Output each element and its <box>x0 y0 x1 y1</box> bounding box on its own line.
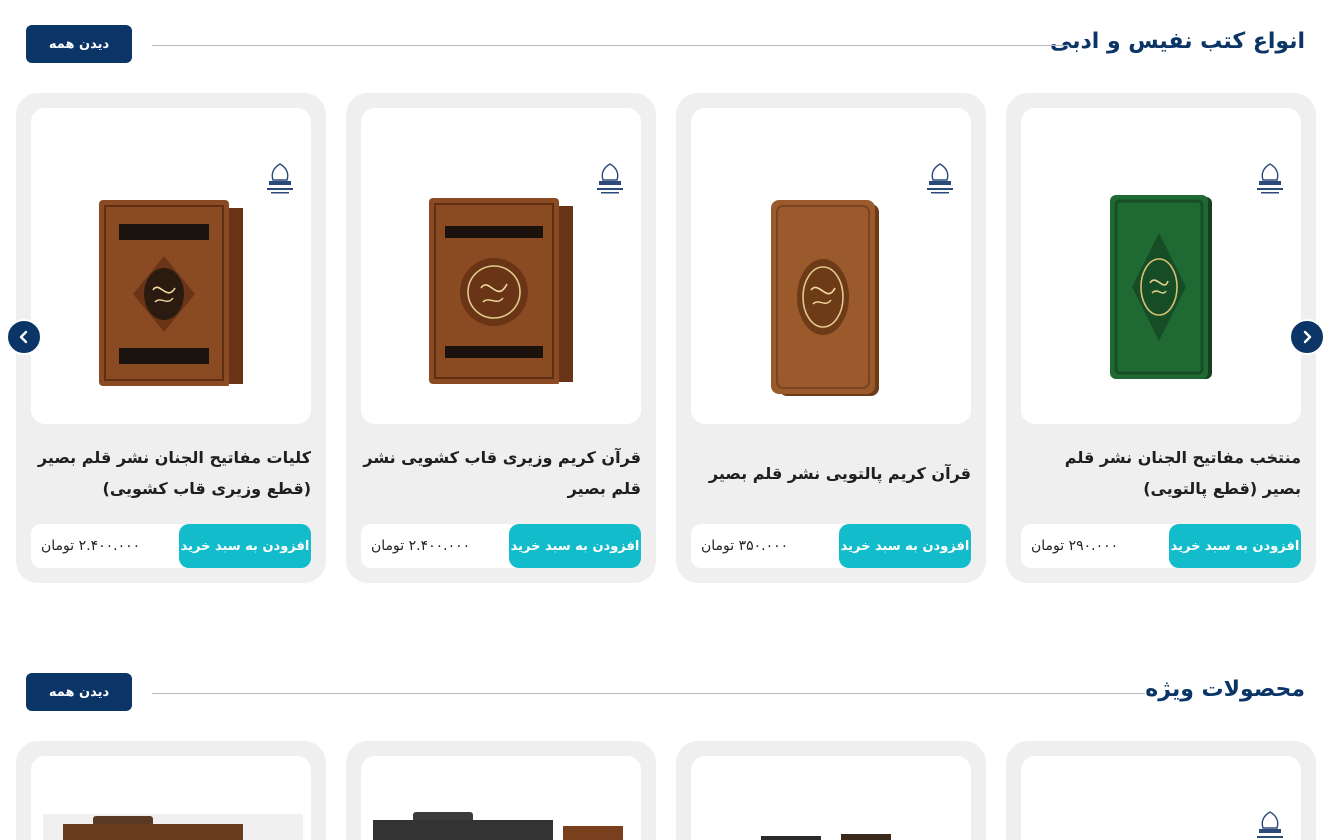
product-image[interactable] <box>31 756 311 840</box>
add-to-cart-button[interactable]: افزودن به سبد خرید <box>509 524 641 568</box>
product-price: ۲.۴۰۰.۰۰۰ تومان <box>41 538 141 554</box>
chevron-right-icon <box>1303 330 1312 344</box>
see-all-button[interactable]: دیدن همه <box>26 673 132 711</box>
section-header-special-products: محصولات ویژه دیدن همه <box>0 673 1333 717</box>
publisher-logo-icon <box>597 163 623 194</box>
publisher-logo-icon <box>927 163 953 194</box>
see-all-button[interactable]: دیدن همه <box>26 25 132 63</box>
carousel-prev-button[interactable] <box>6 319 42 355</box>
book-cover <box>1110 195 1212 379</box>
add-to-cart-button[interactable]: افزودن به سبد خرید <box>179 524 311 568</box>
section-title: محصولات ویژه <box>1145 677 1305 702</box>
product-card[interactable]: کلیات مفاتیح الجنان نشر قلم بصیر (قطع وز… <box>16 93 326 583</box>
add-to-cart-button[interactable]: افزودن به سبد خرید <box>839 524 971 568</box>
product-card[interactable] <box>1006 741 1316 840</box>
product-card[interactable] <box>16 741 326 840</box>
publisher-logo-icon <box>267 163 293 194</box>
product-name[interactable]: قرآن کریم پالتویی نشر قلم بصیر <box>691 441 971 505</box>
product-name[interactable]: کلیات مفاتیح الجنان نشر قلم بصیر (قطع وز… <box>31 441 311 505</box>
product-card[interactable] <box>676 741 986 840</box>
section-title: انواع کتب نفیس و ادبی <box>1049 29 1305 54</box>
product-name[interactable]: قرآن کریم وزیری قاب کشویی نشر قلم بصیر <box>361 441 641 505</box>
product-name[interactable]: منتخب مفاتیح الجنان نشر قلم بصیر (قطع پا… <box>1021 441 1301 505</box>
product-photo <box>761 834 891 840</box>
section-header-precious-books: انواع کتب نفیس و ادبی دیدن همه <box>0 25 1333 69</box>
price-bar: افزودن به سبد خرید ۲۹۰.۰۰۰ تومان <box>1021 524 1301 568</box>
product-image[interactable] <box>361 108 641 424</box>
product-card[interactable]: قرآن کریم وزیری قاب کشویی نشر قلم بصیر ا… <box>346 93 656 583</box>
product-image[interactable] <box>691 756 971 840</box>
carousel-next-button[interactable] <box>1289 319 1325 355</box>
product-image[interactable] <box>1021 108 1301 424</box>
product-image[interactable] <box>691 108 971 424</box>
product-card[interactable]: قرآن کریم پالتویی نشر قلم بصیر افزودن به… <box>676 93 986 583</box>
product-card[interactable]: منتخب مفاتیح الجنان نشر قلم بصیر (قطع پا… <box>1006 93 1316 583</box>
chevron-left-icon <box>19 330 28 344</box>
price-bar: افزودن به سبد خرید ۲.۴۰۰.۰۰۰ تومان <box>31 524 311 568</box>
publisher-logo-icon <box>1257 811 1283 838</box>
product-image[interactable] <box>361 756 641 840</box>
section-divider <box>152 693 1145 694</box>
book-cover <box>429 198 573 384</box>
product-price: ۲۹۰.۰۰۰ تومان <box>1031 538 1119 554</box>
product-price: ۳۵۰.۰۰۰ تومان <box>701 538 789 554</box>
book-cover <box>99 200 243 386</box>
price-bar: افزودن به سبد خرید ۲.۴۰۰.۰۰۰ تومان <box>361 524 641 568</box>
product-image[interactable] <box>31 108 311 424</box>
section-divider <box>152 45 1069 46</box>
product-price: ۲.۴۰۰.۰۰۰ تومان <box>371 538 471 554</box>
book-cover <box>771 200 879 396</box>
product-image[interactable] <box>1021 756 1301 840</box>
add-to-cart-button[interactable]: افزودن به سبد خرید <box>1169 524 1301 568</box>
publisher-logo-icon <box>1257 163 1283 194</box>
product-photo <box>373 812 623 840</box>
price-bar: افزودن به سبد خرید ۳۵۰.۰۰۰ تومان <box>691 524 971 568</box>
product-photo <box>43 814 303 840</box>
product-card[interactable] <box>346 741 656 840</box>
